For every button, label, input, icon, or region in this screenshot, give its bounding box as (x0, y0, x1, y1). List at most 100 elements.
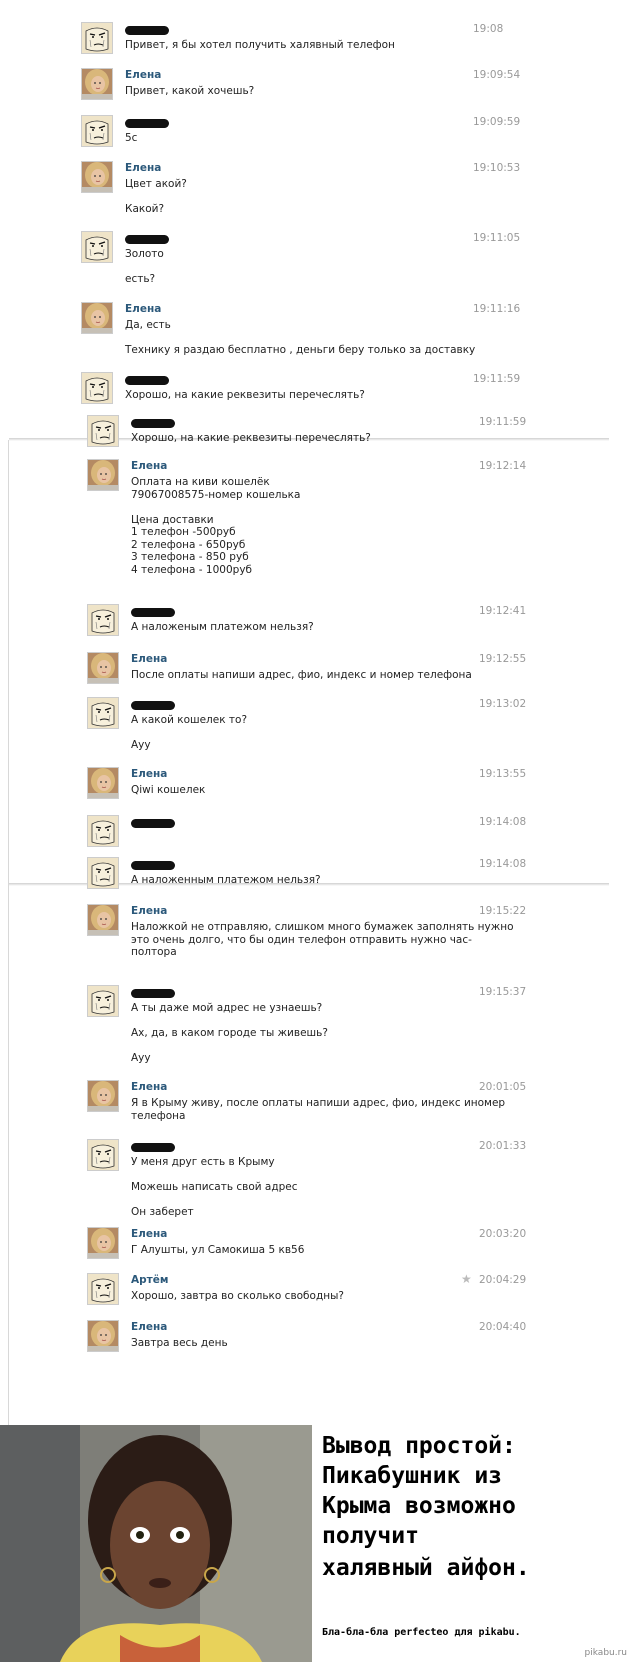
sender-name[interactable]: Елена (131, 1081, 167, 1093)
message-text: Оплата на киви кошелёк (131, 476, 270, 488)
avatar[interactable] (87, 815, 119, 847)
avatar[interactable] (87, 459, 119, 491)
message-time: 19:14:08 (479, 816, 527, 828)
message-time: 19:09:54 (473, 69, 521, 81)
avatar[interactable] (87, 767, 119, 799)
message-time: 20:01:33 (479, 1140, 527, 1152)
star-icon[interactable]: ★ (461, 1272, 472, 1286)
message-text: Какой? (125, 203, 165, 215)
message-text: Я в Крыму живу, после оплаты напиши адре… (131, 1097, 506, 1109)
meme-caption-line: Крыма возможно (322, 1493, 516, 1519)
message-text: полтора (131, 946, 177, 958)
avatar[interactable] (87, 652, 119, 684)
avatar[interactable] (87, 857, 119, 889)
message-time: 20:04:29 (479, 1274, 527, 1286)
message-text: есть? (125, 273, 156, 285)
avatar[interactable] (81, 68, 113, 100)
message-text: Золото (125, 248, 164, 260)
sender-name-redacted[interactable] (125, 376, 169, 385)
sender-name[interactable]: Елена (131, 460, 167, 472)
meme-caption-line: получит (322, 1523, 419, 1549)
message-time: 19:12:14 (479, 460, 527, 472)
message-time: 19:11:05 (473, 232, 521, 244)
message-text: Qiwi кошелек (131, 784, 206, 796)
message-text: Можешь написать свой адрес (131, 1181, 298, 1193)
sender-name-redacted[interactable] (131, 419, 175, 428)
avatar[interactable] (81, 372, 113, 404)
message-text: телефона (131, 1109, 186, 1122)
meme-caption-line: Вывод простой: (322, 1433, 516, 1459)
chat-panel-1: 19:08 Привет, я бы хотел получить халявны… (0, 0, 633, 440)
message-text: Технику я раздаю бесплатно , деньги беру… (125, 344, 476, 356)
message-text: Цвет акой? (125, 178, 187, 190)
sender-name[interactable]: Елена (125, 162, 161, 174)
avatar[interactable] (87, 1320, 119, 1352)
sender-name[interactable]: Елена (131, 768, 167, 780)
message-time: 19:13:55 (479, 768, 527, 780)
sender-name[interactable]: Елена (125, 69, 161, 81)
sender-name[interactable]: Елена (131, 1321, 167, 1333)
message-text: Цена доставки (131, 513, 214, 526)
message-time: 19:13:02 (479, 698, 527, 710)
sender-name-redacted[interactable] (125, 235, 169, 244)
message-time: 20:01:05 (479, 1081, 527, 1093)
message-text: Г Алушты, ул Самокиша 5 кв56 (131, 1244, 305, 1256)
message-text: Хорошо, завтра во сколько свободны? (131, 1290, 344, 1302)
message-time: 19:08 (473, 23, 504, 35)
sender-name-redacted[interactable] (125, 26, 169, 35)
meme-caption-line: Пикабушник из (322, 1463, 503, 1489)
message-text: Завтра весь день (131, 1337, 228, 1349)
meme-block: Вывод простой: Пикабушник из Крыма возможн… (0, 1425, 633, 1662)
meme-photo (0, 1425, 312, 1662)
message-text: 3 телефона - 850 руб (131, 551, 249, 563)
avatar[interactable] (81, 231, 113, 263)
avatar[interactable] (87, 697, 119, 729)
avatar[interactable] (87, 1080, 119, 1112)
message-text: Ах, да, в каком городе ты живешь? (131, 1027, 328, 1039)
sender-name-redacted[interactable] (125, 119, 169, 128)
sender-name[interactable]: Елена (131, 905, 167, 917)
sender-name-redacted[interactable] (131, 1143, 175, 1152)
avatar[interactable] (81, 22, 113, 54)
message-time: 19:12:41 (479, 605, 527, 617)
message-text: Привет, какой хочешь? (125, 85, 255, 97)
avatar[interactable] (81, 115, 113, 147)
avatar[interactable] (87, 415, 119, 447)
message-time: 19:11:59 (479, 416, 527, 428)
watermark: pikabu.ru (584, 1648, 627, 1658)
message-text: Хорошо, на какие реквезиты перечеслять? (125, 389, 365, 401)
sender-name[interactable]: Артём (131, 1274, 168, 1286)
message-text: Он заберет (131, 1206, 194, 1218)
message-text: это очень долго, что бы один телефон отп… (131, 933, 472, 946)
sender-name-redacted[interactable] (131, 989, 175, 998)
avatar[interactable] (87, 904, 119, 936)
message-time: 19:10:53 (473, 162, 521, 174)
avatar[interactable] (87, 604, 119, 636)
message-text: Ауу (131, 1052, 151, 1064)
message-time: 19:12:55 (479, 653, 527, 665)
message-text: После оплаты напиши адрес, фио, индекс и… (131, 669, 472, 681)
avatar[interactable] (87, 985, 119, 1017)
chat-panel-2: 19:11:59 Хорошо, на какие реквезиты переч… (8, 415, 609, 886)
sender-name[interactable]: Елена (131, 653, 167, 665)
message-text: Ауу (131, 739, 151, 751)
message-text: А ты даже мой адрес не узнаешь? (131, 1002, 323, 1014)
meme-caption-line: халявный айфон. (322, 1555, 530, 1581)
avatar[interactable] (87, 1227, 119, 1259)
sender-name[interactable]: Елена (131, 1228, 167, 1240)
avatar[interactable] (87, 1273, 119, 1305)
message-text: Привет, я бы хотел получить халявный тел… (125, 39, 395, 51)
message-time: 19:09:59 (473, 116, 521, 128)
meme-subtitle: Бла-бла-бла perfecteo для pikabu. (322, 1627, 521, 1638)
sender-name-redacted[interactable] (131, 701, 175, 710)
sender-name[interactable]: Елена (125, 303, 161, 315)
avatar[interactable] (81, 302, 113, 334)
avatar[interactable] (87, 1139, 119, 1171)
message-text: У меня друг есть в Крыму (131, 1156, 275, 1168)
sender-name-redacted[interactable] (131, 819, 175, 828)
sender-name-redacted[interactable] (131, 608, 175, 617)
sender-name-redacted[interactable] (131, 861, 175, 870)
message-text: А наложенным платежом нельзя? (131, 874, 321, 886)
avatar[interactable] (81, 161, 113, 193)
message-time: 20:03:20 (479, 1228, 527, 1240)
